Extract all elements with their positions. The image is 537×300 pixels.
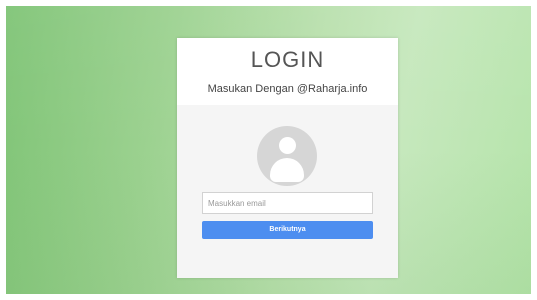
login-card: LOGIN Masukan Dengan @Raharja.info Berik… [177, 38, 398, 278]
avatar-body-shape [270, 158, 304, 182]
email-input[interactable] [202, 192, 373, 214]
page: LOGIN Masukan Dengan @Raharja.info Berik… [0, 0, 537, 300]
next-button[interactable]: Berikutnya [202, 221, 373, 239]
login-title: LOGIN [250, 47, 325, 72]
user-avatar-icon [257, 126, 317, 186]
avatar-head-shape [279, 137, 296, 154]
login-subtitle: Masukan Dengan @Raharja.info [207, 83, 368, 95]
login-card-header: LOGIN Masukan Dengan @Raharja.info [177, 38, 398, 105]
